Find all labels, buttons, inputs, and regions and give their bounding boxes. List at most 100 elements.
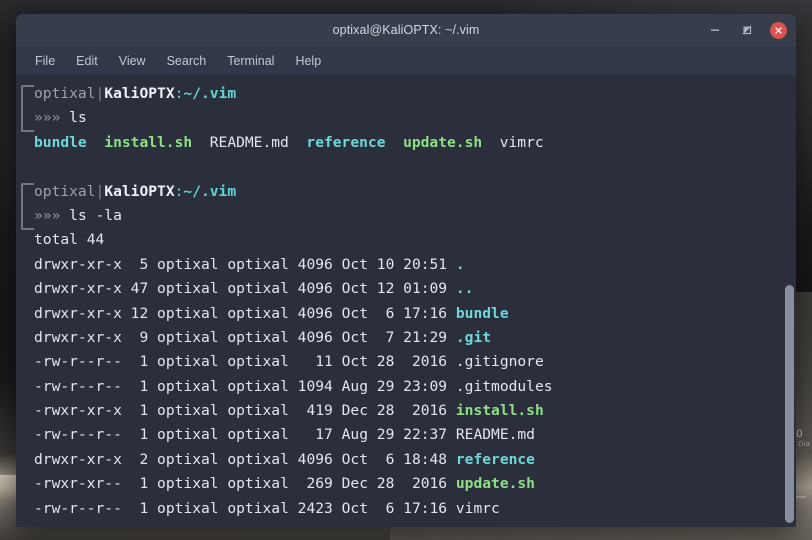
window-controls — [706, 14, 787, 46]
row-month: Aug — [341, 377, 368, 395]
terminal-window: optixal@KaliOPTX: ~/.vim File Edit View … — [16, 14, 796, 527]
row-month: Dec — [341, 402, 368, 420]
row-month: Oct — [341, 280, 368, 298]
row-size: 1094 — [297, 377, 333, 395]
row-owner: optixal — [157, 499, 219, 517]
row-owner: optixal — [157, 304, 219, 322]
prompt-arrows: »»» — [34, 206, 61, 224]
prompt-host: KaliOPTX — [104, 85, 175, 102]
prompt-separator: | — [95, 182, 105, 200]
prompt-user: optixal — [34, 182, 96, 200]
row-perms: -rwxr-xr-x — [34, 402, 122, 420]
ls-listing-row: drwxr-xr-x 12 optixal optixal 4096 Oct 6… — [34, 302, 553, 326]
row-group: optixal — [227, 450, 289, 468]
row-group: optixal — [227, 426, 289, 444]
menu-item-terminal[interactable]: Terminal — [218, 51, 283, 71]
row-group: optixal — [227, 304, 289, 322]
row-size: 4096 — [297, 304, 333, 322]
row-day: 6 — [376, 499, 395, 517]
prompt-arrows: »»» — [34, 109, 61, 127]
row-name: .git — [455, 328, 492, 346]
ls-entry: bundle — [34, 133, 87, 151]
row-time: 17:16 — [403, 499, 448, 517]
prompt-frame-icon — [21, 182, 34, 230]
minimize-icon[interactable] — [706, 21, 724, 39]
menu-item-view[interactable]: View — [110, 51, 155, 71]
row-day: 29 — [376, 426, 395, 444]
row-size: 4096 — [297, 280, 333, 298]
scrollbar-thumb[interactable] — [785, 285, 794, 523]
row-owner: optixal — [157, 475, 219, 493]
row-owner: optixal — [157, 377, 219, 395]
menu-item-search[interactable]: Search — [158, 51, 216, 71]
row-name: reference — [455, 450, 535, 468]
prompt-line-1: optixal|KaliOPTX:~/.vim — [34, 180, 553, 204]
ls-listing-row: -rwxr-xr-- 1 optixal optixal 269 Dec 28 … — [34, 472, 553, 496]
row-size: 4096 — [297, 328, 333, 346]
row-day: 6 — [376, 450, 395, 468]
row-links: 12 — [130, 304, 149, 322]
window-titlebar[interactable]: optixal@KaliOPTX: ~/.vim — [16, 14, 796, 46]
row-time: 21:29 — [403, 328, 448, 346]
row-month: Oct — [341, 328, 368, 346]
row-size: 4096 — [297, 450, 333, 468]
row-day: 29 — [376, 377, 395, 395]
row-time: 22:37 — [403, 426, 448, 444]
menu-bar: File Edit View Search Terminal Help — [16, 46, 796, 75]
row-owner: optixal — [157, 255, 219, 273]
terminal-body[interactable]: optixal|KaliOPTX:~/.vim »»» ls bundle inst… — [16, 75, 796, 527]
row-perms: -rwxr-xr-- — [34, 475, 122, 493]
row-owner: optixal — [157, 280, 219, 298]
row-size: 2423 — [297, 499, 333, 517]
row-links: 2 — [130, 450, 149, 468]
row-perms: -rw-r--r-- — [34, 377, 122, 395]
terminal-command: ls — [69, 109, 87, 127]
prompt-path: ~/.vim — [183, 85, 237, 102]
ls-listing-row: -rwxr-xr-x 1 optixal optixal 419 Dec 28 … — [34, 399, 553, 423]
row-group: optixal — [227, 402, 289, 420]
ls-listing-row: -rw-r--r-- 1 optixal optixal 11 Oct 28 2… — [34, 350, 553, 374]
ls-listing-row: drwxr-xr-x 2 optixal optixal 4096 Oct 6 … — [34, 448, 553, 472]
ls-listing-row: -rw-r--r-- 1 optixal optixal 1094 Aug 29… — [34, 375, 553, 399]
row-size: 4096 — [297, 255, 333, 273]
ls-entry: vimrc — [499, 133, 544, 151]
menu-item-file[interactable]: File — [26, 51, 64, 71]
ls-listing-row: drwxr-xr-x 5 optixal optixal 4096 Oct 10… — [34, 253, 553, 277]
terminal-command: ls -la — [69, 206, 122, 224]
row-perms: -rw-r--r-- — [34, 499, 122, 517]
close-icon[interactable] — [770, 21, 787, 39]
row-perms: drwxr-xr-x — [34, 280, 122, 298]
row-name: .gitmodules — [455, 377, 553, 395]
row-time: 2016 — [403, 402, 448, 420]
ls-entry: reference — [306, 133, 386, 151]
row-perms: -rw-r--r-- — [34, 353, 122, 371]
row-time: 23:09 — [403, 377, 448, 395]
row-owner: optixal — [157, 402, 219, 420]
window-title: optixal@KaliOPTX: ~/.vim — [332, 23, 480, 37]
row-owner: optixal — [157, 353, 219, 371]
maximize-icon[interactable] — [738, 21, 756, 39]
row-time: 2016 — [403, 475, 448, 493]
ls-listing-row: drwxr-xr-x 9 optixal optixal 4096 Oct 7 … — [34, 326, 553, 350]
row-month: Oct — [341, 255, 368, 273]
row-name: update.sh — [455, 475, 535, 493]
row-group: optixal — [227, 328, 289, 346]
row-group: optixal — [227, 377, 289, 395]
shell-prompt: optixal|KaliOPTX:~/.vim»»» ls — [21, 82, 553, 132]
row-name: bundle — [455, 304, 509, 322]
row-month: Oct — [341, 353, 368, 371]
menu-item-help[interactable]: Help — [286, 51, 330, 71]
row-links: 1 — [130, 377, 149, 395]
menu-item-edit[interactable]: Edit — [67, 51, 107, 71]
row-time: 01:09 — [403, 280, 448, 298]
row-name: install.sh — [455, 402, 544, 420]
ls-entry: README.md — [209, 133, 289, 151]
row-day: 28 — [376, 402, 395, 420]
terminal-scrollbar[interactable] — [783, 75, 796, 527]
ls-output-line: bundle install.sh README.md reference up… — [34, 131, 553, 155]
ls-entry: update.sh — [403, 133, 483, 151]
prompt-line-2: »»» ls -la — [34, 204, 553, 228]
row-group: optixal — [227, 255, 289, 273]
row-name: README.md — [455, 426, 535, 444]
